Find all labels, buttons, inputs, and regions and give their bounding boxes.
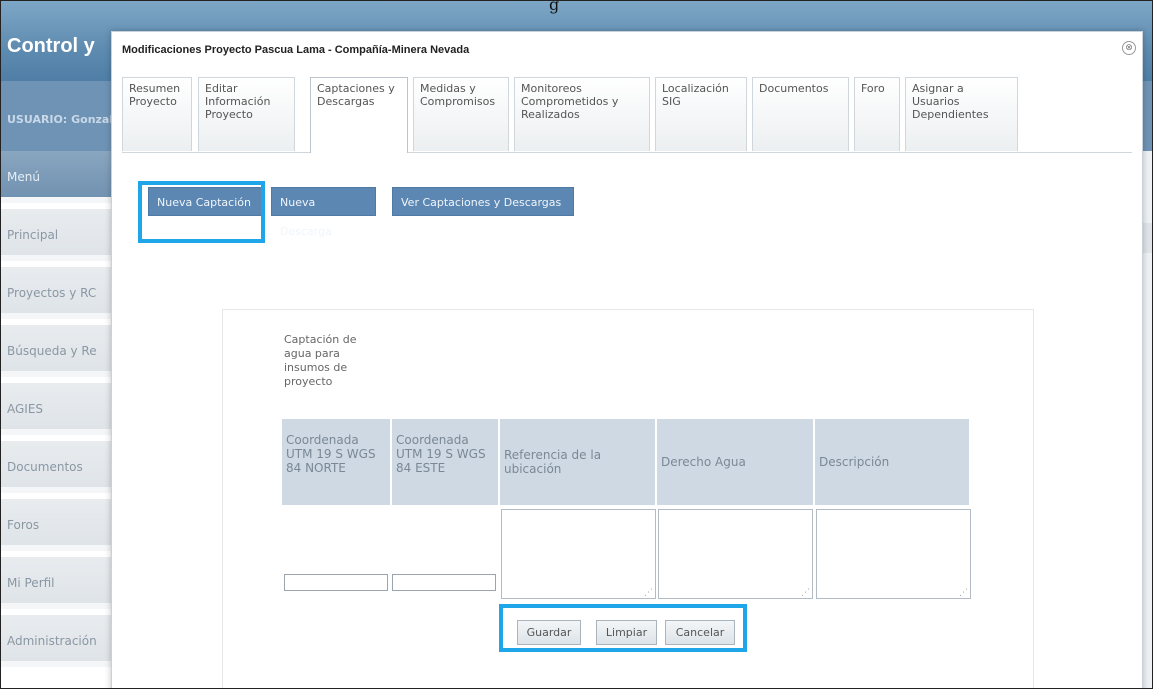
column-header-referencia: Referencia de la ubicación [500,419,657,505]
tab-documentos[interactable]: Documentos [752,77,849,151]
tab-monitoreos[interactable]: Monitoreos Comprometidos y Realizados [514,77,650,151]
limpiar-button[interactable]: Limpiar [596,620,657,645]
tab-bar: Resumen Proyecto Editar Información Proy… [122,77,1132,153]
side-item-proyectos[interactable]: Proyectos y RC [1,267,111,319]
app-title: Control y [7,35,95,57]
column-header-descripcion: Descripción [815,419,971,505]
tab-resumen-proyecto[interactable]: Resumen Proyecto [122,77,192,151]
tab-asignar-usuarios[interactable]: Asignar a Usuarios Dependientes [905,77,1018,151]
column-header-referencia-text: Referencia de la ubicación [504,448,602,476]
tab-captaciones-descargas[interactable]: Captaciones y Descargas [310,77,408,153]
screen: g Control y USUARIO: Gonzale Menú Princi… [0,0,1153,689]
cancelar-button[interactable]: Cancelar [665,620,735,645]
column-header-derecho-agua: Derecho Agua [657,419,815,505]
form-caption: Captación de agua para insumos de proyec… [284,333,357,388]
close-icon[interactable]: ⊗ [1122,41,1136,55]
nueva-descarga-button[interactable]: Nueva Descarga [271,187,376,238]
tab-medidas-compromisos[interactable]: Medidas y Compromisos [413,77,509,151]
side-item-documentos[interactable]: Documentos [1,441,111,493]
tab-localizacion-sig[interactable]: Localización SIG [655,77,747,151]
tab-foro[interactable]: Foro [854,77,900,151]
ver-captaciones-button[interactable]: Ver Captaciones y Descargas [392,187,574,216]
resize-grip-icon[interactable]: ⋰ [801,589,810,598]
norte-input[interactable] [284,574,388,591]
side-item-principal[interactable]: Principal [1,209,111,261]
column-header-descripcion-text: Descripción [819,455,890,469]
column-header-este: Coordenada UTM 19 S WGS 84 ESTE [392,419,500,505]
side-item-agies[interactable]: AGIES [1,383,111,435]
resize-grip-icon[interactable]: ⋰ [644,589,653,598]
user-label: USUARIO: Gonzale [7,113,121,126]
side-item-busqueda[interactable]: Búsqueda y Re [1,325,111,377]
side-item-mi-perfil[interactable]: Mi Perfil [1,557,111,609]
modal-dialog: Modificaciones Proyecto Pascua Lama - Co… [111,31,1143,688]
derecho-agua-textarea[interactable]: ⋰ [658,509,813,599]
guardar-button[interactable]: Guardar [517,620,581,645]
caption-fragment: g [549,0,560,14]
side-menu: Menú Principal Proyectos y RC Búsqueda y… [1,151,111,688]
side-item-foros[interactable]: Foros [1,499,111,551]
side-menu-header[interactable]: Menú [1,151,111,203]
side-item-administracion[interactable]: Administración [1,615,111,667]
este-input[interactable] [392,574,496,591]
referencia-textarea[interactable]: ⋰ [501,509,656,599]
column-header-derecho-agua-text: Derecho Agua [661,455,746,469]
modal-title: Modificaciones Proyecto Pascua Lama - Co… [122,44,470,56]
descripcion-textarea[interactable]: ⋰ [816,509,971,599]
resize-grip-icon[interactable]: ⋰ [959,589,968,598]
nueva-captacion-button[interactable]: Nueva Captación [148,187,263,216]
tab-editar-informacion[interactable]: Editar Información Proyecto [198,77,295,151]
tab-panel-border [122,152,1132,153]
column-header-norte: Coordenada UTM 19 S WGS 84 NORTE [282,419,392,505]
